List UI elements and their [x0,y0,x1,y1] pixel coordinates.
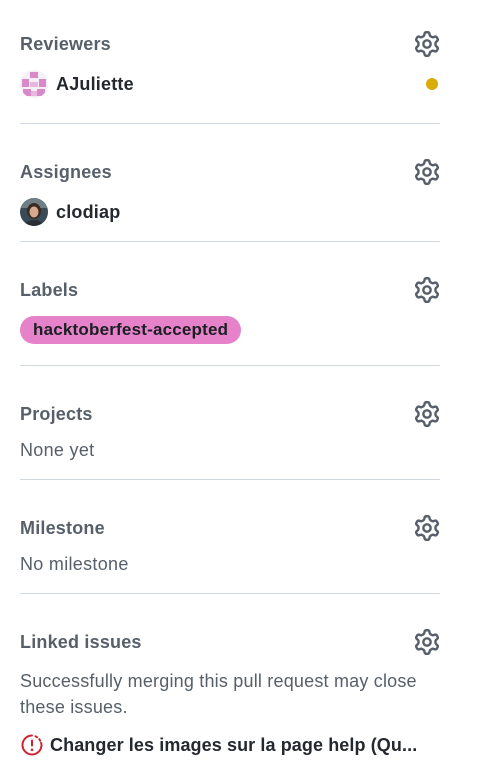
avatar[interactable] [20,70,48,98]
reviewer-row[interactable]: AJuliette [20,70,440,98]
assignee-row[interactable]: clodiap [20,198,440,226]
assignee-name[interactable]: clodiap [56,202,120,222]
linked-issue-title[interactable]: Changer les images sur la page help (Qu.… [50,735,440,755]
issue-draft-icon [20,733,44,757]
linked-issues-section: Linked issues Successfully merging this … [20,594,440,764]
gear-icon[interactable] [414,629,440,655]
label-hacktoberfest-accepted[interactable]: hacktoberfest-accepted [20,316,242,344]
gear-icon[interactable] [414,401,440,427]
assignees-section: Assignees clodiap [20,124,440,242]
pending-review-status-icon [426,78,438,90]
avatar[interactable] [20,198,48,226]
projects-title[interactable]: Projects [20,404,93,424]
milestone-title[interactable]: Milestone [20,518,105,538]
labels-section: Labels hacktoberfest-accepted [20,242,440,366]
linked-issues-header: Linked issues [20,629,440,655]
milestone-empty-text: No milestone [20,554,129,574]
reviewers-section: Reviewers AJuliette [20,0,440,124]
reviewers-header: Reviewers [20,31,440,57]
assignees-title[interactable]: Assignees [20,162,112,182]
gear-icon[interactable] [414,31,440,57]
milestone-header: Milestone [20,515,440,541]
gear-icon[interactable] [414,277,440,303]
reviewer-name[interactable]: AJuliette [56,74,134,94]
milestone-section: Milestone No milestone [20,480,440,594]
linked-issues-title[interactable]: Linked issues [20,632,142,652]
assignees-header: Assignees [20,159,440,185]
projects-empty-text: None yet [20,440,95,460]
gear-icon[interactable] [414,515,440,541]
pull-request-sidebar: Reviewers AJuliette Assignees clodiap La… [20,0,440,764]
linked-issues-description: Successfully merging this pull request m… [20,671,417,717]
labels-title[interactable]: Labels [20,280,78,300]
projects-section: Projects None yet [20,366,440,480]
projects-header: Projects [20,401,440,427]
gear-icon[interactable] [414,159,440,185]
linked-issue-item[interactable]: Changer les images sur la page help (Qu.… [20,732,440,758]
labels-header: Labels [20,277,440,303]
reviewers-title[interactable]: Reviewers [20,34,111,54]
